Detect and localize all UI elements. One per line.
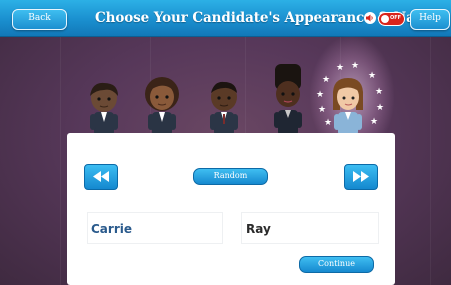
rewind-icon — [93, 171, 109, 182]
page-title: Choose Your Candidate's Appearance & Nam… — [95, 10, 438, 26]
game-screen: Back Choose Your Candidate's Appearance … — [0, 0, 451, 285]
first-name-field[interactable]: Carrie — [87, 212, 223, 244]
continue-button[interactable]: Continue — [299, 256, 374, 273]
toggle-knob — [381, 15, 389, 23]
random-button[interactable]: Random — [193, 168, 268, 185]
last-name-field[interactable]: Ray — [241, 212, 379, 244]
back-button[interactable]: Back — [12, 9, 67, 30]
header-bar: Back Choose Your Candidate's Appearance … — [0, 0, 451, 37]
speaker-icon[interactable] — [364, 12, 376, 24]
fast-forward-icon — [353, 171, 369, 182]
next-button[interactable] — [344, 164, 378, 190]
help-button[interactable]: Help — [410, 9, 450, 30]
toggle-off-label: OFF — [390, 15, 402, 21]
previous-button[interactable] — [84, 164, 118, 190]
sound-toggle[interactable]: OFF — [378, 12, 405, 26]
appearance-panel: Random Carrie Ray Continue — [67, 133, 395, 285]
